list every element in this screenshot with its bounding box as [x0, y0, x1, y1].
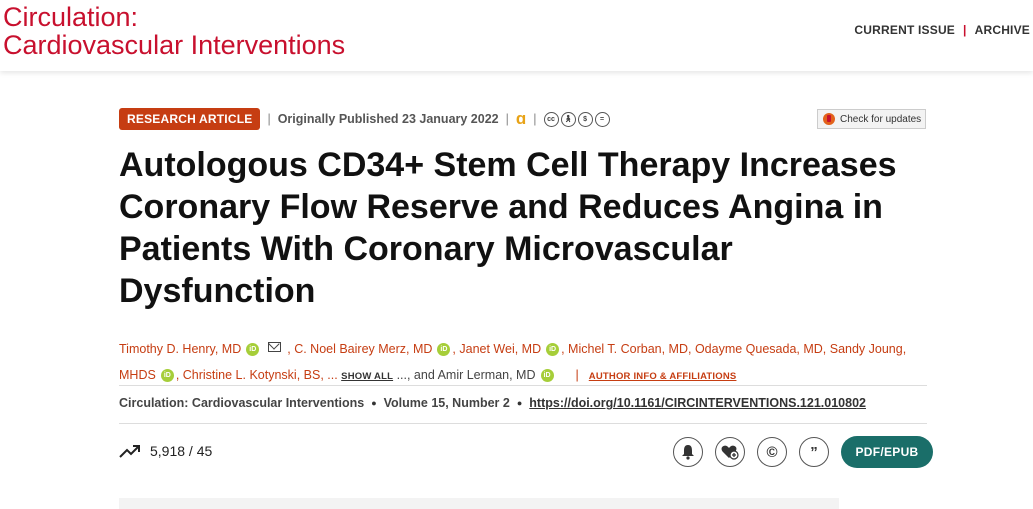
- orcid-icon[interactable]: iD: [246, 343, 260, 356]
- favorite-button[interactable]: [715, 437, 745, 467]
- permissions-button[interactable]: ©: [757, 437, 787, 467]
- meta-divider: |: [267, 112, 271, 126]
- journal-logo[interactable]: Circulation: Cardiovascular Intervention…: [3, 3, 345, 59]
- open-access-icon: ɑ: [515, 109, 527, 128]
- author-list: Timothy D. Henry, MD iD , C. Noel Bairey M…: [119, 336, 919, 390]
- divider: [119, 385, 927, 386]
- author-link[interactable]: , Michel T. Corban, MD, Odayme Quesada, …: [561, 342, 906, 356]
- bell-icon: [682, 445, 694, 460]
- citation-volume[interactable]: Volume 15, Number 2: [384, 396, 510, 410]
- journal-name-line1: Circulation:: [3, 2, 139, 32]
- meta-divider: |: [533, 112, 537, 126]
- alert-button[interactable]: [673, 437, 703, 467]
- pdf-epub-button[interactable]: PDF/EPUB: [841, 436, 933, 468]
- publication-date: Originally Published 23 January 2022: [277, 112, 499, 126]
- article-meta-row: RESEARCH ARTICLE | Originally Published …: [119, 108, 610, 130]
- site-header: Circulation: Cardiovascular Intervention…: [0, 0, 1033, 71]
- author-link[interactable]: , C. Noel Bairey Merz, MD: [287, 342, 432, 356]
- nav-archive[interactable]: ARCHIVE: [975, 23, 1030, 37]
- orcid-icon[interactable]: iD: [540, 369, 554, 382]
- author-info-link[interactable]: AUTHOR INFO & AFFILIATIONS: [589, 371, 737, 382]
- bullet: ●: [516, 398, 523, 408]
- check-for-updates-button[interactable]: Check for updates: [817, 109, 926, 129]
- email-icon[interactable]: [268, 342, 282, 352]
- citation-journal[interactable]: Circulation: Cardiovascular Intervention…: [119, 396, 364, 410]
- author-link[interactable]: MHDS: [119, 368, 156, 382]
- quote-icon: ”: [810, 443, 818, 461]
- cite-button[interactable]: ”: [799, 437, 829, 467]
- bullet: ●: [371, 398, 377, 408]
- nav-separator: |: [963, 23, 967, 37]
- copyright-icon: ©: [766, 443, 778, 461]
- doi-link[interactable]: https://doi.org/10.1161/CIRCINTERVENTION…: [529, 396, 866, 410]
- heart-add-icon: [721, 445, 739, 460]
- nc-icon: $: [577, 111, 593, 127]
- orcid-icon[interactable]: iD: [546, 343, 560, 356]
- divider: [119, 423, 927, 424]
- content-panel: [119, 498, 839, 509]
- article-actions: © ” PDF/EPUB: [673, 436, 933, 468]
- journal-name-line2: Cardiovascular Interventions: [3, 30, 346, 60]
- author-link[interactable]: ..., and Amir Lerman, MD: [393, 368, 536, 382]
- orcid-icon[interactable]: iD: [437, 343, 451, 356]
- trending-up-icon: [119, 445, 140, 458]
- nav-current-issue[interactable]: CURRENT ISSUE: [854, 23, 955, 37]
- by-icon: 🚶︎: [560, 111, 576, 127]
- metrics-value: 5,918 / 45: [150, 443, 213, 459]
- article-metrics[interactable]: 5,918 / 45: [119, 443, 212, 459]
- check-for-updates-label: Check for updates: [840, 113, 922, 125]
- show-all-authors-link[interactable]: SHOW ALL: [341, 371, 393, 382]
- author-divider: |: [575, 368, 579, 382]
- author-link[interactable]: Timothy D. Henry, MD: [119, 342, 241, 356]
- crossmark-icon: [823, 113, 835, 125]
- article-title: Autologous CD34+ Stem Cell Therapy Incre…: [119, 146, 897, 310]
- citation-line: Circulation: Cardiovascular Intervention…: [119, 396, 866, 410]
- license-icons[interactable]: cc 🚶︎ $ =: [543, 111, 610, 127]
- cc-icon: cc: [543, 111, 559, 127]
- nd-icon: =: [594, 111, 610, 127]
- orcid-icon[interactable]: iD: [160, 369, 174, 382]
- article-type-badge: RESEARCH ARTICLE: [119, 108, 261, 130]
- top-nav: CURRENT ISSUE | ARCHIVE: [854, 23, 1030, 37]
- author-link[interactable]: , Christine L. Kotynski, BS, ...: [176, 368, 338, 382]
- meta-divider: |: [505, 112, 509, 126]
- author-link[interactable]: , Janet Wei, MD: [452, 342, 541, 356]
